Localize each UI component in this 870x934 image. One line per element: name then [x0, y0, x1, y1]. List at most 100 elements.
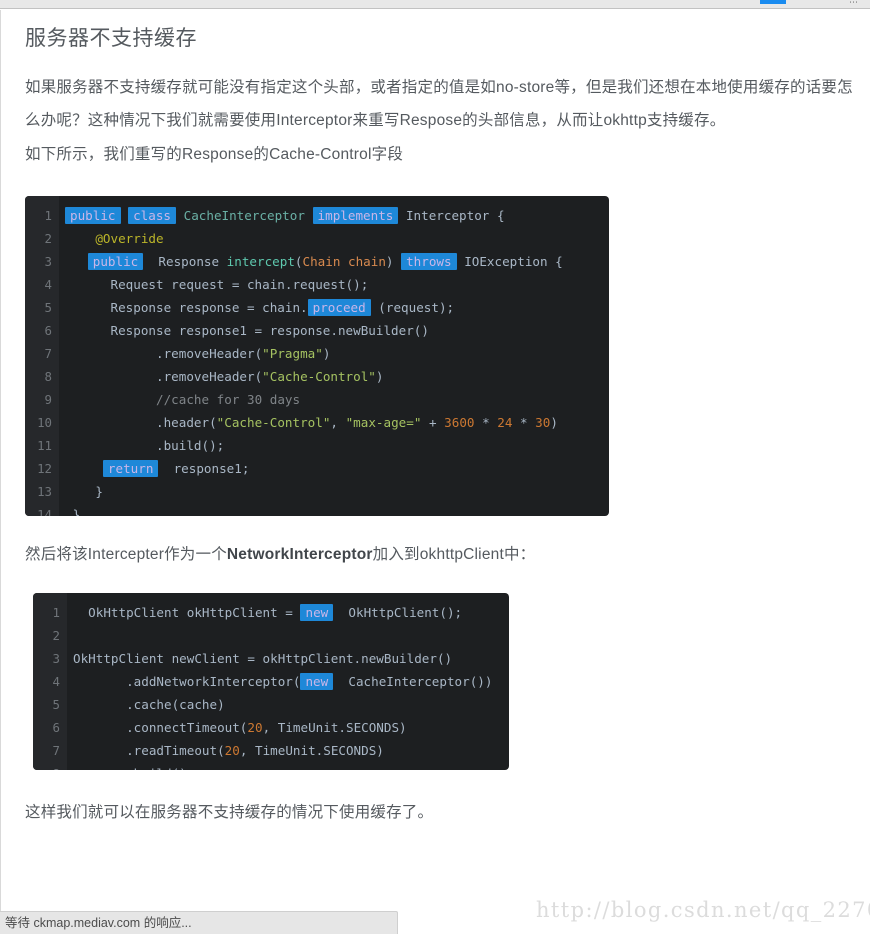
browser-status-bar: 等待 ckmap.mediav.com 的响应... [0, 911, 398, 934]
paragraph-then-suffix: 加入到okhttpClient中： [372, 546, 536, 563]
token-annotation: @Override [95, 231, 164, 246]
line-number: 8 [44, 369, 52, 384]
token-keyword-implements: implements [312, 207, 399, 224]
token-number: 30 [535, 415, 551, 430]
line-number: 2 [44, 231, 52, 246]
token-method: intercept [226, 254, 295, 269]
browser-active-tab-indicator[interactable] [760, 0, 786, 4]
token-string: "Cache-Control" [216, 415, 331, 430]
token-text: Request request = chain.request(); [110, 277, 369, 292]
token-keyword-new: new [300, 673, 334, 690]
token-text: Response response1 = response.newBuilder… [110, 323, 429, 338]
paragraph-final: 这样我们就可以在服务器不支持缓存的情况下使用缓存了。 [25, 804, 434, 821]
line-number: 1 [52, 605, 60, 620]
token-string: "Cache-Control" [262, 369, 376, 384]
line-number: 7 [44, 346, 52, 361]
token-text: + [421, 415, 445, 430]
line-number: 13 [37, 484, 52, 499]
code-line: Response response = chain. proceed (reque… [59, 296, 609, 319]
paragraph-then: 然后将该Intercepter作为一个NetworkInterceptor加入到… [25, 516, 870, 571]
token-keyword-throws: throws [401, 253, 457, 270]
token-text: .cache(cache) [126, 697, 225, 712]
code-line: .readTimeout(20, TimeUnit.SECONDS) [67, 739, 509, 762]
code-line: .build(); [67, 762, 509, 770]
line-number: 4 [44, 277, 52, 292]
code-line: public class CacheInterceptor implements… [59, 204, 609, 227]
paragraph-then-prefix: 然后将该Intercepter作为一个 [25, 546, 227, 563]
token-text: , TimeUnit.SECONDS) [262, 720, 407, 735]
token-text: } [72, 507, 81, 516]
code-line: return response1; [59, 457, 609, 480]
token-punct: ( [294, 254, 303, 269]
code-line: OkHttpClient newClient = okHttpClient.ne… [67, 647, 509, 670]
token-param: Chain chain [302, 254, 386, 269]
token-text: .build(); [156, 438, 225, 453]
code-line: .header("Cache-Control", "max-age=" + 36… [59, 411, 609, 434]
token-text: (request); [370, 300, 455, 315]
code-line: OkHttpClient okHttpClient = new OkHttpCl… [67, 601, 509, 624]
article-body: 服务器不支持缓存 如果服务器不支持缓存就可能没有指定这个头部，或者指定的值是如n… [25, 10, 870, 829]
token-text: .connectTimeout( [126, 720, 248, 735]
token-keyword-public: public [65, 207, 121, 224]
token-text: .header( [156, 415, 217, 430]
token-keyword-class: class [128, 207, 177, 224]
token-classname: CacheInterceptor [183, 208, 305, 223]
code-line: Request request = chain.request(); [59, 273, 609, 296]
line-number: 9 [44, 392, 52, 407]
code-block-okhttpclient-builder[interactable]: 1 2 3 4 5 6 7 8 OkHttpClient okHttpClien… [33, 593, 509, 770]
line-number: 6 [52, 720, 60, 735]
token-text: .removeHeader( [156, 369, 263, 384]
paragraph-as-below: 如下所示，我们重写的Response的Cache-Control字段 [25, 146, 404, 163]
line-number: 3 [44, 254, 52, 269]
code-lines: public class CacheInterceptor implements… [59, 196, 609, 516]
blog-watermark: http://blog.csdn.net/qq_22706515 [536, 898, 870, 922]
token-text: CacheInterceptor()) [348, 674, 493, 689]
code-block-cache-interceptor[interactable]: 1 2 3 4 5 6 7 8 9 10 11 12 13 14 public … [25, 196, 609, 516]
line-number: 4 [52, 674, 60, 689]
code-gutter: 1 2 3 4 5 6 7 8 [33, 593, 67, 770]
browser-menu-icon[interactable]: ⋯ [849, 0, 861, 7]
line-number: 3 [52, 651, 60, 666]
token-text: OkHttpClient okHttpClient = [88, 605, 301, 620]
code-line: .addNetworkInterceptor(new CacheIntercep… [67, 670, 509, 693]
line-number: 14 [37, 507, 52, 516]
token-type: IOException { [464, 254, 563, 269]
token-text: response1; [173, 461, 250, 476]
token-punct: ) [385, 254, 402, 269]
code-line: .cache(cache) [67, 693, 509, 716]
token-text: .readTimeout( [126, 743, 225, 758]
page-content-frame: 服务器不支持缓存 如果服务器不支持缓存就可能没有指定这个头部，或者指定的值是如n… [0, 10, 870, 934]
line-number: 7 [52, 743, 60, 758]
code-line: .removeHeader("Cache-Control") [59, 365, 609, 388]
paragraph-intro: 如果服务器不支持缓存就可能没有指定这个头部，或者指定的值是如no-store等，… [25, 79, 853, 129]
token-text: .build(); [126, 766, 194, 770]
token-text: .addNetworkInterceptor( [126, 674, 301, 689]
token-text: ) [550, 415, 558, 430]
line-number: 5 [52, 697, 60, 712]
token-keyword-public: public [87, 253, 144, 270]
token-type: Interceptor { [405, 208, 505, 223]
token-text: OkHttpClient(); [348, 605, 463, 620]
token-text: Response response = chain. [110, 300, 308, 315]
token-keyword-return: return [102, 460, 159, 477]
code-gutter: 1 2 3 4 5 6 7 8 9 10 11 12 13 14 [25, 196, 59, 516]
token-text: * [512, 415, 536, 430]
code-line: .removeHeader("Pragma") [59, 342, 609, 365]
page-title: 服务器不支持缓存 [25, 27, 197, 50]
token-text: * [474, 415, 498, 430]
line-number: 6 [44, 323, 52, 338]
token-text: } [95, 484, 103, 499]
code-line: //cache for 30 days [59, 388, 609, 411]
token-text: , TimeUnit.SECONDS) [239, 743, 384, 758]
code-line: } [59, 503, 609, 516]
token-number: 24 [497, 415, 513, 430]
token-number: 20 [224, 743, 240, 758]
line-number: 8 [33, 762, 67, 770]
token-text: ) [322, 346, 331, 361]
token-number: 3600 [444, 415, 475, 430]
token-type: Response [158, 254, 227, 269]
line-number: 5 [44, 300, 52, 315]
line-number: 1 [44, 208, 52, 223]
line-number: 10 [37, 415, 52, 430]
